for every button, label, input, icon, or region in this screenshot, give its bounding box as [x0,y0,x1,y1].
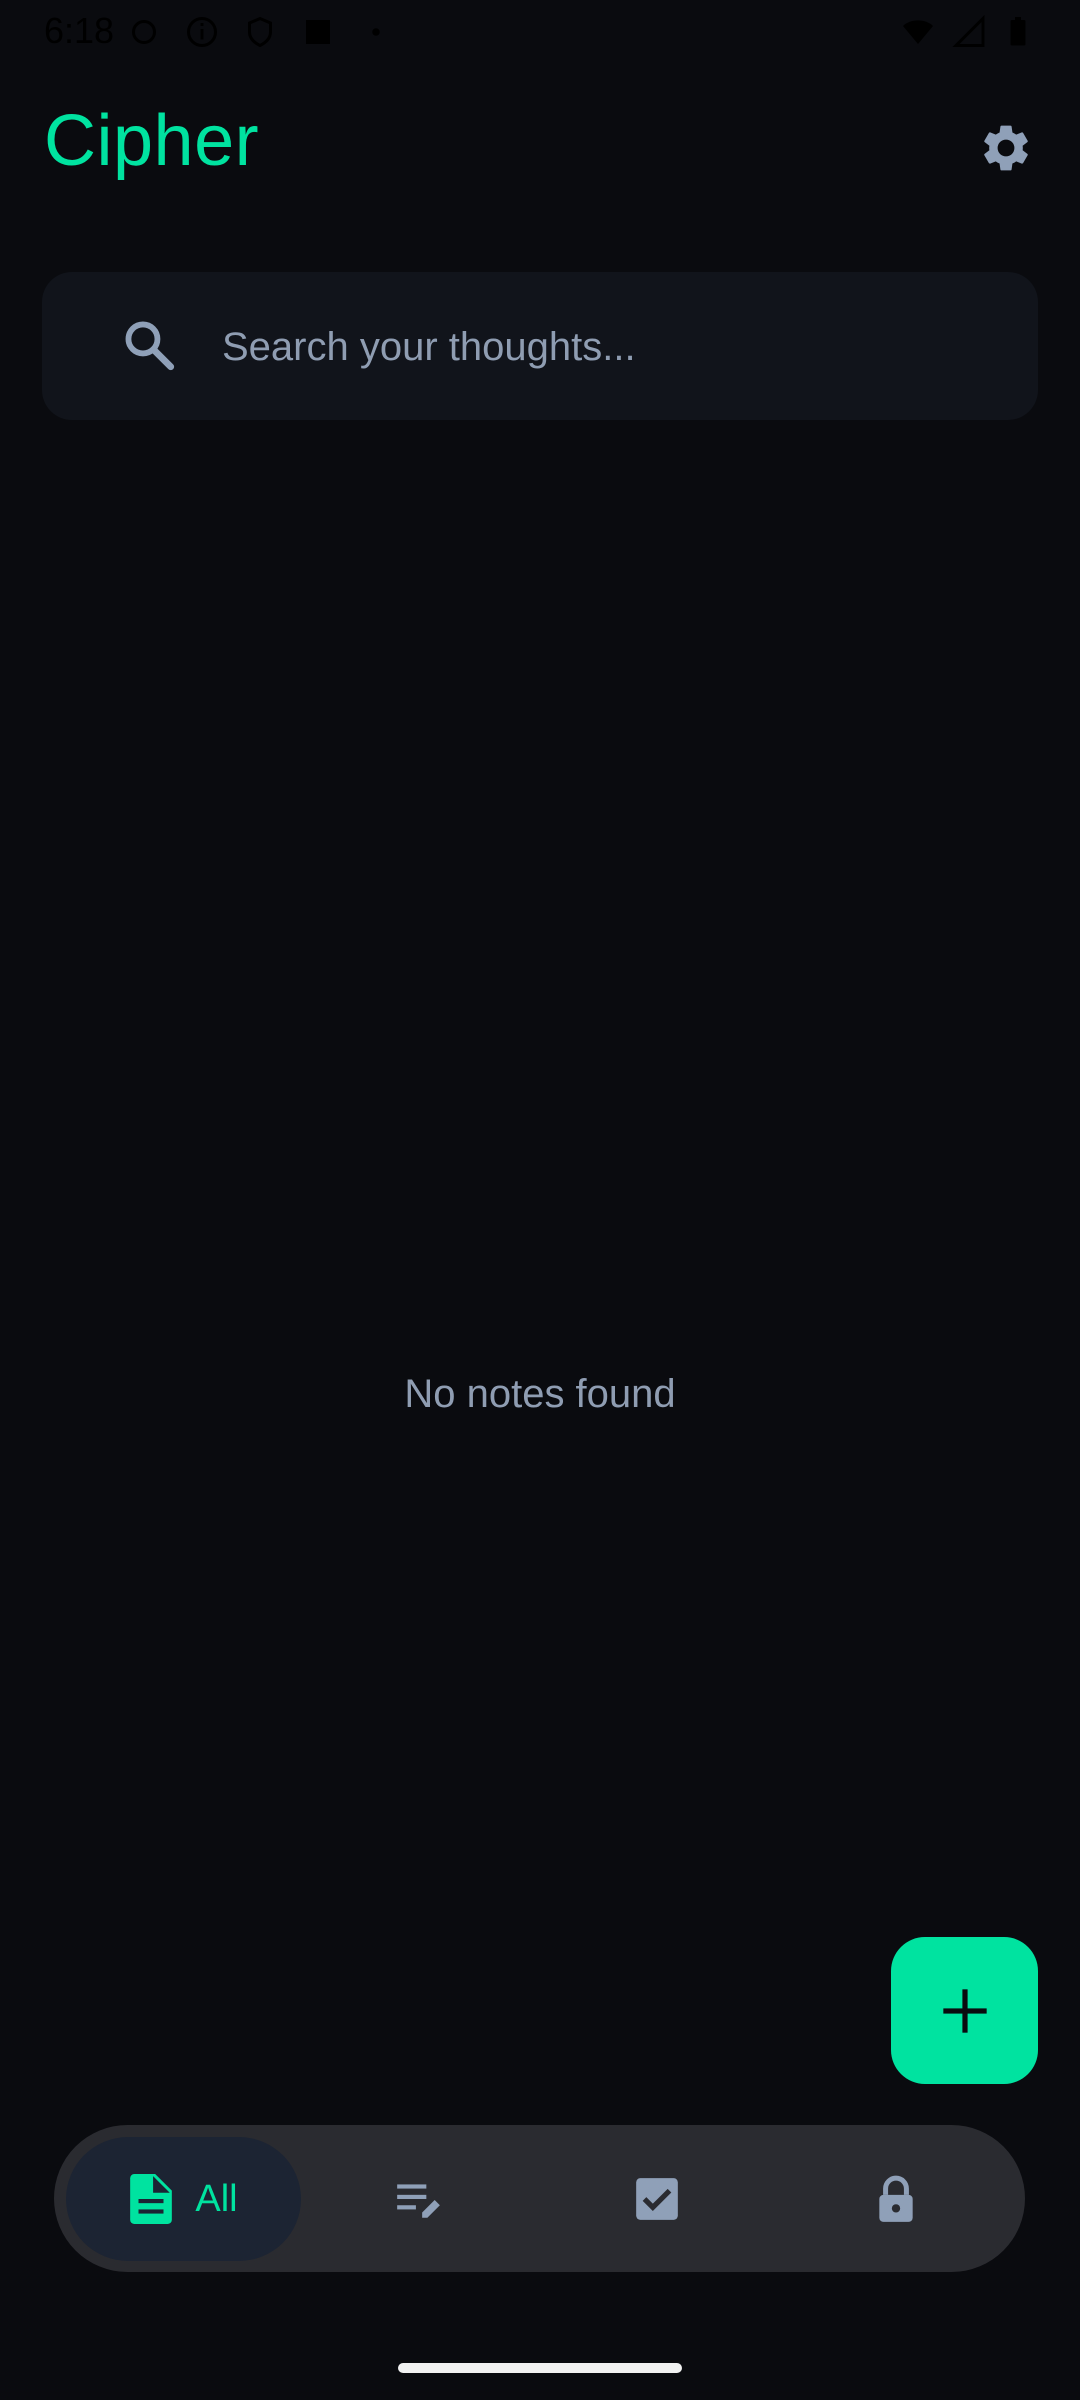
notes-edit-icon [397,2184,440,2218]
nav-item-all-label: All [195,2177,238,2220]
search-bar[interactable] [42,272,1038,420]
settings-button[interactable] [976,118,1036,178]
status-icons-left [126,14,394,50]
plus-icon [942,1988,987,2033]
status-bar: 6:18 [0,0,1080,60]
app-title: Cipher [44,101,260,181]
signal-icon [952,14,985,47]
battery-icon [1010,17,1026,46]
search-input[interactable] [220,302,1004,392]
add-note-button[interactable] [891,1937,1038,2084]
wifi-icon [903,20,933,44]
nav-item-checklists[interactable] [595,2137,719,2261]
lock-icon [879,2175,913,2222]
empty-state-message: No notes found [404,1372,676,1416]
dot-status-icon [372,28,380,36]
settings-status-icon [132,20,156,44]
status-time: 6:18 [44,10,115,51]
bottom-nav: All [54,2125,1025,2272]
nav-item-locked[interactable] [834,2137,958,2261]
search-icon [125,321,175,371]
info-status-icon [187,17,217,47]
drive-status-icon [306,20,330,44]
nav-item-all[interactable]: All [66,2137,301,2261]
home-indicator[interactable] [398,2363,682,2373]
document-icon [130,2174,173,2224]
checkbox-icon [636,2178,678,2220]
nav-item-notes[interactable] [356,2137,480,2261]
status-icons-right [900,14,1036,50]
shield-status-icon [248,16,272,48]
gear-icon [984,125,1028,171]
